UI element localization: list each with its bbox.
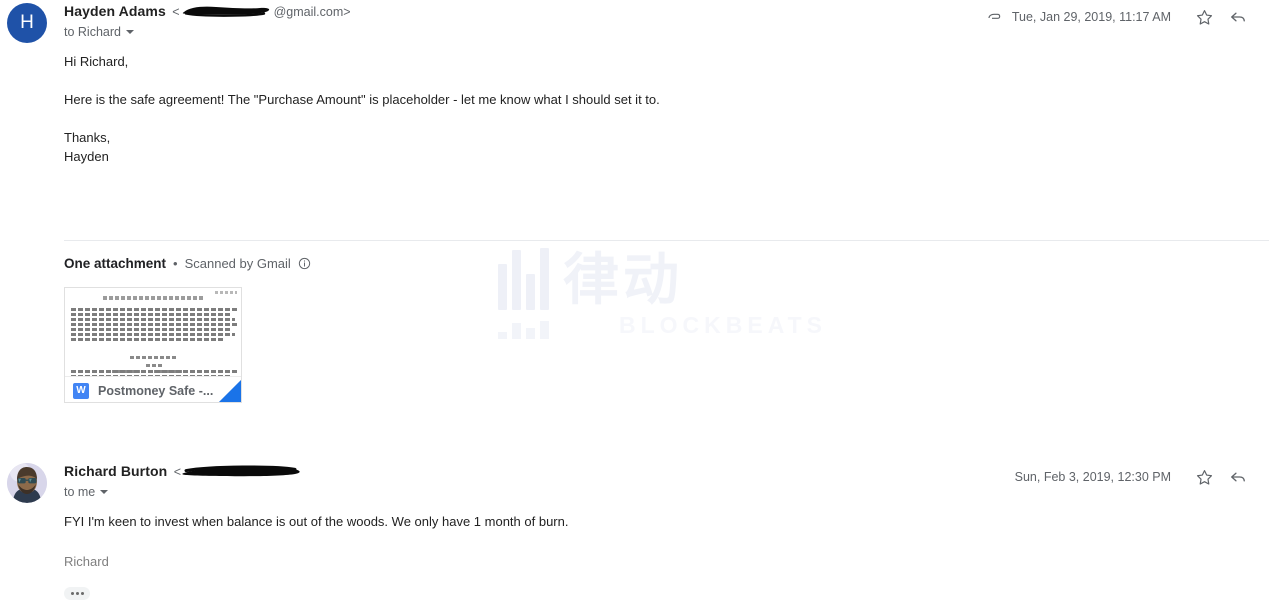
message-header: H Hayden Adams < @gmail.com> to Richard T… (0, 0, 1269, 48)
star-icon[interactable] (1187, 2, 1221, 32)
watermark-sub-text: BLOCKBEATS (619, 312, 828, 338)
scanned-by-gmail-label: Scanned by Gmail (184, 256, 291, 271)
reply-icon[interactable] (1221, 462, 1255, 492)
sender-email-prefix: < (172, 5, 180, 19)
body-line: Hayden (64, 149, 109, 164)
message-header: Richard Burton < to me Sun, Feb 3, 2019,… (0, 460, 1269, 508)
sender-name[interactable]: Hayden Adams (64, 3, 166, 19)
doc-corner-mark (215, 291, 237, 294)
doc-heading-line (103, 296, 205, 300)
body-line: Hi Richard, (64, 54, 129, 69)
corner-fold-icon[interactable] (217, 378, 241, 402)
separator-dot: • (173, 256, 178, 271)
sender-line: Richard Burton < (64, 463, 305, 481)
message-richard-burton[interactable]: Richard Burton < to me Sun, Feb 3, 2019,… (0, 460, 1269, 600)
recipient-label: to me (64, 485, 96, 499)
body-line: Thanks, (64, 130, 111, 145)
avatar[interactable] (7, 463, 47, 503)
attachment-filename-bar: W Postmoney Safe -... (65, 376, 241, 402)
signature-line: Richard (64, 554, 109, 569)
sender-name[interactable]: Richard Burton (64, 463, 167, 479)
recipient-dropdown[interactable]: to Richard (64, 25, 134, 39)
attachment-thumbnail: W Postmoney Safe -... (65, 288, 241, 402)
message-body: FYI I'm keen to invest when balance is o… (64, 512, 568, 600)
sender-email-suffix: @gmail.com> (273, 5, 351, 19)
blockbeats-watermark: 律动 BLOCKBEATS (498, 248, 822, 356)
show-trimmed-content-button[interactable] (64, 587, 90, 600)
message-date: Tue, Jan 29, 2019, 11:17 AM (1011, 10, 1171, 24)
doc-paragraph (71, 308, 237, 343)
info-icon[interactable] (298, 257, 311, 270)
star-icon[interactable] (1187, 462, 1221, 492)
chevron-down-icon (100, 490, 109, 494)
attachment-count-label: One attachment (64, 256, 167, 271)
avatar[interactable]: H (7, 3, 47, 43)
message-body: Hi Richard, Here is the safe agreement! … (64, 52, 660, 166)
attachment-divider (64, 240, 1269, 241)
redacted-email-icon (181, 463, 303, 479)
recipient-label: to Richard (64, 25, 121, 39)
attachment-section-header: One attachment • Scanned by Gmail (64, 256, 311, 271)
message-header-actions: Tue, Jan 29, 2019, 11:17 AM (986, 2, 1255, 32)
email-thread-view: 律动 BLOCKBEATS H Hayden Adams < @gmail.com… (0, 0, 1269, 600)
attachment-card[interactable]: W Postmoney Safe -... (64, 287, 242, 403)
body-line: FYI I'm keen to invest when balance is o… (64, 514, 569, 529)
message-header-actions: Sun, Feb 3, 2019, 12:30 PM (1015, 462, 1255, 492)
attachment-paperclip-icon (986, 9, 1002, 25)
message-date: Sun, Feb 3, 2019, 12:30 PM (1014, 470, 1171, 484)
watermark-bars-icon (498, 248, 549, 310)
word-document-icon: W (73, 382, 89, 399)
redacted-email-icon (180, 3, 272, 19)
sender-line: Hayden Adams < @gmail.com> (64, 3, 351, 21)
avatar-photo (7, 463, 47, 503)
recipient-dropdown[interactable]: to me (64, 485, 109, 499)
sender-email-prefix: < (173, 465, 182, 479)
message-hayden-adams[interactable]: H Hayden Adams < @gmail.com> to Richard T… (0, 0, 1269, 164)
attachment-filename: Postmoney Safe -... (98, 383, 214, 398)
body-line: Here is the safe agreement! The "Purchas… (64, 92, 660, 107)
watermark-cn-text: 律动 (563, 248, 683, 313)
avatar-initial: H (20, 12, 34, 33)
reply-icon[interactable] (1221, 2, 1255, 32)
watermark-dots-icon (498, 321, 549, 339)
chevron-down-icon (125, 30, 134, 34)
